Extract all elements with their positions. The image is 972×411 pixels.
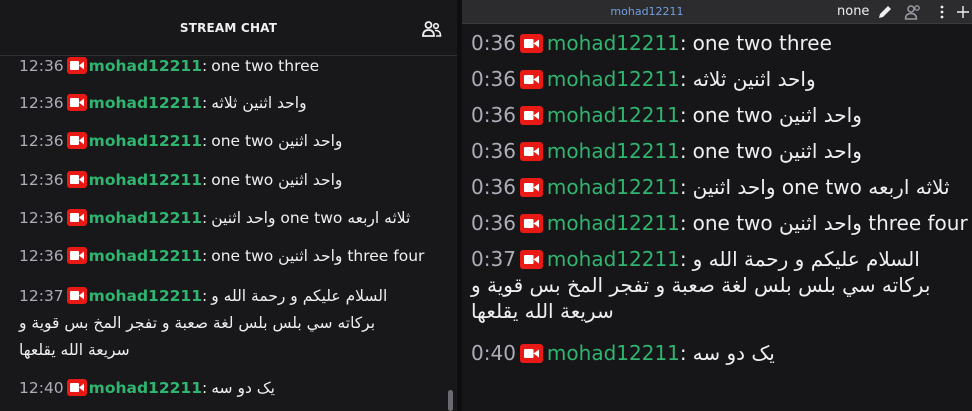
message-username[interactable]: mohad12211: [89, 57, 202, 75]
video-camera-icon[interactable]: [519, 106, 543, 125]
video-camera-icon[interactable]: [66, 171, 87, 188]
pencil-icon[interactable]: [876, 3, 894, 21]
message-username[interactable]: mohad12211: [89, 287, 202, 305]
chat-message: 12:36 mohad12211: واحد اثنين one two: [19, 132, 343, 150]
message-text: واحد اثنين one two: [692, 103, 862, 127]
chat-message: 0:36 mohad12211: واحد اثنين one two: [471, 103, 862, 127]
chat-message: 0:36 mohad12211: one two واحد اثنين: [471, 139, 862, 163]
message-timestamp: 12:36: [19, 171, 64, 189]
chat-message: 12:36 mohad12211: one two واحد اثنين: [19, 171, 343, 189]
message-username[interactable]: mohad12211: [89, 247, 202, 265]
message-text: یک دو سه: [692, 341, 775, 365]
video-camera-icon[interactable]: [66, 247, 87, 264]
video-camera-icon[interactable]: [519, 178, 543, 197]
stream-chat-header: STREAM CHAT: [0, 0, 457, 56]
message-username[interactable]: mohad12211: [547, 211, 680, 235]
message-username[interactable]: mohad12211: [547, 341, 680, 365]
chat-mode-label[interactable]: none: [837, 0, 869, 24]
message-timestamp: 12:37: [19, 287, 64, 305]
chat-message: 12:36 mohad12211: ثلاثه اربعه one two واحد…: [19, 209, 411, 227]
video-camera-icon[interactable]: [519, 142, 543, 161]
message-username[interactable]: mohad12211: [547, 103, 680, 127]
user-accounts-icon[interactable]: [904, 3, 922, 21]
video-camera-icon[interactable]: [519, 34, 543, 53]
channel-tab[interactable]: mohad12211: [462, 0, 832, 24]
message-text: one two واحد اثنين: [211, 171, 343, 189]
chat-message: 0:36 mohad12211: one two واحد اثنين three …: [471, 211, 968, 235]
message-text: one two واحد اثنين three four: [211, 247, 425, 265]
video-camera-icon[interactable]: [519, 344, 543, 363]
message-username[interactable]: mohad12211: [547, 175, 680, 199]
message-timestamp: 0:36: [471, 103, 516, 127]
popout-chat-panel: mohad12211 none 0:36 mohad12211: one two t…: [462, 0, 972, 411]
message-username[interactable]: mohad12211: [89, 94, 202, 112]
message-timestamp: 0:36: [471, 211, 516, 235]
message-timestamp: 0:36: [471, 175, 516, 199]
video-camera-icon[interactable]: [66, 57, 87, 74]
message-timestamp: 0:40: [471, 341, 516, 365]
video-camera-icon[interactable]: [66, 132, 87, 149]
message-username[interactable]: mohad12211: [547, 139, 680, 163]
chat-message: 0:40 mohad12211: یک دو سه: [471, 341, 775, 365]
message-text: واحد اثنين ثلاثه: [211, 94, 307, 112]
popout-chat-header: mohad12211 none: [462, 0, 972, 24]
stream-chat-title: STREAM CHAT: [179, 20, 278, 35]
message-username[interactable]: mohad12211: [547, 31, 680, 55]
message-text: one two three: [211, 57, 320, 75]
video-camera-icon[interactable]: [519, 70, 543, 89]
stream-chat-panel: STREAM CHAT 12:36 mohad12211: one two thre…: [0, 0, 457, 411]
video-camera-icon[interactable]: [66, 209, 87, 226]
video-camera-icon[interactable]: [519, 214, 543, 233]
chat-message: 12:36 mohad12211: واحد اثنين ثلاثه: [19, 94, 307, 112]
chat-scrollbar[interactable]: [448, 390, 453, 411]
message-username[interactable]: mohad12211: [89, 171, 202, 189]
chat-message: 12:40 mohad12211: یک دو سه: [19, 379, 275, 397]
plus-icon[interactable]: [954, 3, 972, 21]
message-timestamp: 12:40: [19, 379, 64, 397]
message-timestamp: 12:36: [19, 132, 64, 150]
message-text: ثلاثه اربعه one two واحد اثنين: [692, 175, 950, 199]
message-timestamp: 12:36: [19, 94, 64, 112]
message-username[interactable]: mohad12211: [89, 209, 202, 227]
message-text: one two three: [692, 31, 832, 55]
message-timestamp: 12:36: [19, 247, 64, 265]
chat-message: 0:37 mohad12211: السلام عليكم و رحمة الله …: [471, 247, 931, 323]
video-camera-icon[interactable]: [66, 287, 87, 304]
more-vertical-icon[interactable]: [933, 3, 951, 21]
message-username[interactable]: mohad12211: [547, 67, 680, 91]
chat-message: 12:36 mohad12211: one two واحد اثنين three…: [19, 247, 425, 265]
message-username[interactable]: mohad12211: [89, 132, 202, 150]
message-timestamp: 0:37: [471, 247, 516, 271]
chat-message: 12:36 mohad12211: one two three: [19, 57, 320, 75]
message-username[interactable]: mohad12211: [89, 379, 202, 397]
chat-message: 0:36 mohad12211: one two three: [471, 31, 832, 55]
message-timestamp: 12:36: [19, 57, 64, 75]
message-timestamp: 12:36: [19, 209, 64, 227]
message-text: one two واحد اثنين three four: [692, 211, 968, 235]
message-timestamp: 0:36: [471, 67, 516, 91]
users-icon[interactable]: [422, 20, 442, 38]
message-username[interactable]: mohad12211: [547, 247, 680, 271]
popout-chat-messages[interactable]: 0:36 mohad12211: one two three 0:36 mohad12…: [462, 24, 972, 411]
message-text: one two واحد اثنين: [692, 139, 862, 163]
message-timestamp: 0:36: [471, 139, 516, 163]
message-text: واحد اثنين ثلاثه: [692, 67, 816, 91]
message-text: یک دو سه: [211, 379, 275, 397]
stream-chat-messages[interactable]: 12:36 mohad12211: one two three 12:36 mohad…: [0, 57, 445, 411]
message-timestamp: 0:36: [471, 31, 516, 55]
chat-message: 0:36 mohad12211: ثلاثه اربعه one two واحد …: [471, 175, 950, 199]
video-camera-icon[interactable]: [66, 379, 87, 396]
message-text: ثلاثه اربعه one two واحد اثنين: [211, 209, 411, 227]
chat-message: 12:37 mohad12211: السلام عليكم و رحمة الله…: [19, 287, 388, 359]
message-text: واحد اثنين one two: [211, 132, 343, 150]
video-camera-icon[interactable]: [66, 94, 87, 111]
video-camera-icon[interactable]: [519, 250, 543, 269]
chat-message: 0:36 mohad12211: واحد اثنين ثلاثه: [471, 67, 816, 91]
